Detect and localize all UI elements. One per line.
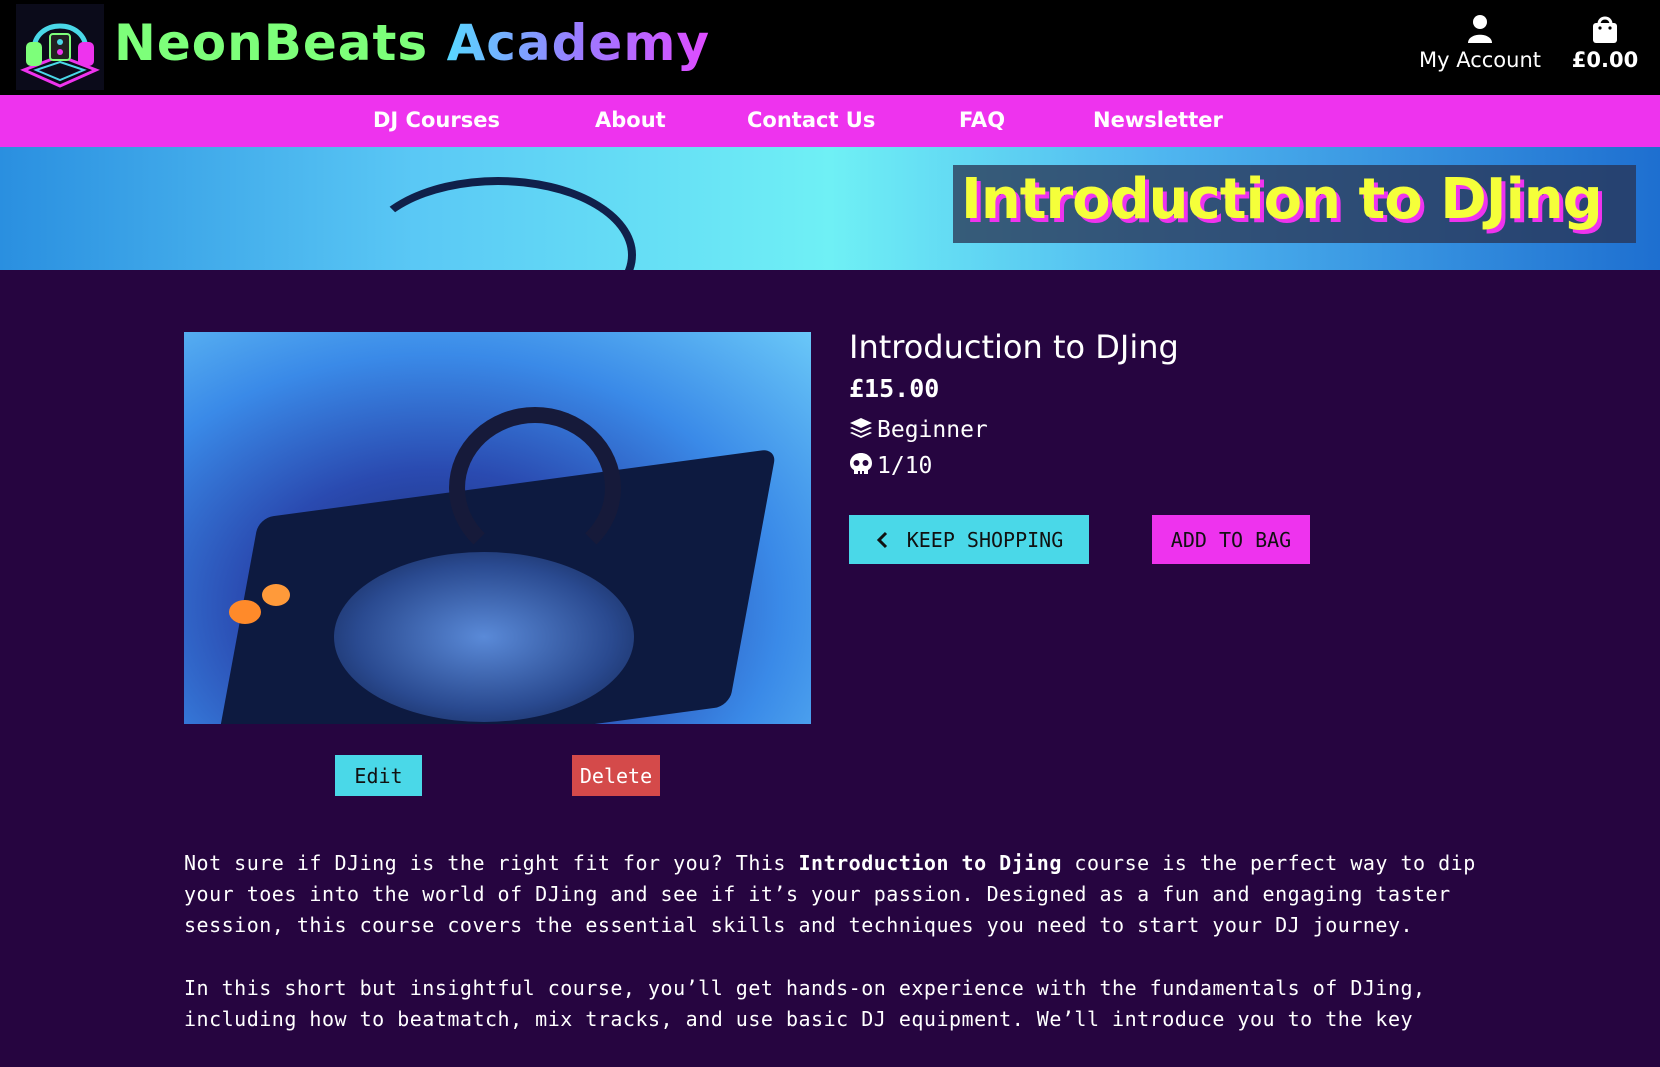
nav-newsletter[interactable]: Newsletter [1093,108,1223,132]
difficulty-label: 1/10 [877,453,933,479]
add-to-bag-button[interactable]: ADD TO BAG [1152,515,1310,564]
product-difficulty: 1/10 [849,452,932,479]
hero-cable-decoration [360,177,636,270]
led-light [262,584,290,606]
keep-shopping-label: KEEP SHOPPING [906,527,1064,552]
description-bold-course-name: Introduction to Djing [798,851,1062,875]
hero-title-box: Introduction to DJing [953,165,1636,243]
description-paragraph-1: Not sure if DJing is the right fit for y… [184,848,1484,941]
product-description: Not sure if DJing is the right fit for y… [184,848,1484,1067]
headphones-image-part [449,407,621,569]
nav-faq[interactable]: FAQ [959,108,1005,132]
description-paragraph-2: In this short but insightful course, you… [184,976,1426,1031]
shopping-bag-link[interactable]: £0.00 [1565,14,1645,72]
product-level: Beginner [849,416,988,443]
brand-part-2: Academy [446,14,711,72]
nav-dj-courses[interactable]: DJ Courses [373,108,500,132]
product-price: £15.00 [849,374,940,403]
product-image [184,332,811,724]
delete-button[interactable]: Delete [572,755,660,796]
product-title: Introduction to DJing [849,328,1179,366]
shopping-bag-icon [1565,14,1645,48]
skull-icon [850,453,872,474]
brand-title[interactable]: NeonBeats Academy [114,14,710,72]
nav-contact-us[interactable]: Contact Us [747,108,875,132]
bag-total: £0.00 [1571,48,1639,72]
level-label: Beginner [877,417,988,443]
my-account-link[interactable]: My Account [1405,14,1555,72]
nav-about[interactable]: About [595,108,666,132]
jog-wheel-image-part [334,552,634,722]
my-account-label: My Account [1418,48,1541,72]
user-icon [1405,14,1555,48]
top-bar: NeonBeats Academy My Account £0.00 [0,0,1660,95]
keep-shopping-button[interactable]: KEEP SHOPPING [849,515,1089,564]
hero-title: Introduction to DJing [961,167,1603,232]
brand-part-1: NeonBeats [114,14,429,72]
hero-banner: Introduction to DJing [0,147,1660,270]
description-text: Not sure if DJing is the right fit for y… [184,851,799,875]
layers-icon [850,418,872,438]
chevron-left-icon [876,531,887,548]
dj-headphones-logo[interactable] [16,4,104,90]
edit-button[interactable]: Edit [335,755,422,796]
main-nav: DJ Courses About Contact Us FAQ Newslett… [0,95,1660,147]
led-light [229,600,261,624]
